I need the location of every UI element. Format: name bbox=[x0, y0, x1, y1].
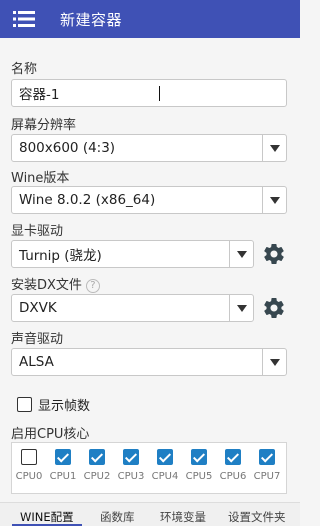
cpu-core-checkbox[interactable] bbox=[21, 449, 37, 465]
cpu-core-checkbox[interactable] bbox=[123, 449, 139, 465]
cpu-core-item[interactable]: CPU0 bbox=[14, 449, 44, 482]
show-fps-label: 显示帧数 bbox=[38, 399, 91, 414]
cpu-core-item[interactable]: CPU6 bbox=[218, 449, 248, 482]
cpu-core-item[interactable]: CPU5 bbox=[184, 449, 214, 482]
name-value: 容器-1 bbox=[19, 87, 60, 103]
cpu-core-item[interactable]: CPU2 bbox=[82, 449, 112, 482]
audio-driver-label: 声音驱动 bbox=[11, 332, 64, 347]
resolution-value: 800x600 (4:3) bbox=[19, 140, 116, 156]
cpu-core-item[interactable]: CPU4 bbox=[150, 449, 180, 482]
dropdown-arrow-icon bbox=[262, 349, 286, 375]
cpu-core-label: CPU1 bbox=[49, 471, 77, 482]
audio-driver-value: ALSA bbox=[19, 354, 54, 370]
cpu-core-label: CPU4 bbox=[151, 471, 179, 482]
hamburger-menu-icon[interactable] bbox=[0, 0, 48, 38]
page-title: 新建容器 bbox=[60, 10, 123, 29]
name-label: 名称 bbox=[11, 62, 38, 77]
dx-settings-gear-icon[interactable] bbox=[262, 296, 286, 320]
cpu-core-label: CPU7 bbox=[253, 471, 281, 482]
dx-files-label-text: 安装DX文件 bbox=[11, 278, 82, 293]
tab-item[interactable]: 环境变量 bbox=[160, 509, 206, 525]
dropdown-arrow-icon bbox=[262, 187, 286, 213]
cpu-core-checkbox[interactable] bbox=[191, 449, 207, 465]
tab-item[interactable]: 设置文件夹 bbox=[228, 509, 286, 525]
tab-item[interactable]: WINE配置 bbox=[20, 509, 74, 525]
gpu-driver-value: Turnip (骁龙) bbox=[19, 248, 102, 264]
cpu-core-item[interactable]: CPU7 bbox=[252, 449, 282, 482]
resolution-label: 屏幕分辨率 bbox=[11, 118, 77, 133]
cpu-core-checkbox[interactable] bbox=[225, 449, 241, 465]
text-cursor bbox=[159, 86, 160, 101]
cpu-cores-panel: CPU0 CPU1 CPU2 CPU3 CPU4 CPU5 CPU6 CPU7 bbox=[11, 442, 287, 494]
wine-version-label: Wine版本 bbox=[11, 171, 70, 186]
dropdown-arrow-icon bbox=[262, 135, 286, 161]
dropdown-arrow-icon bbox=[229, 241, 253, 267]
gpu-driver-select[interactable]: Turnip (骁龙) bbox=[11, 240, 254, 268]
cpu-cores-label: 启用CPU核心 bbox=[11, 427, 90, 442]
wine-version-value: Wine 8.0.2 (x86_64) bbox=[19, 192, 156, 208]
cpu-core-item[interactable]: CPU1 bbox=[48, 449, 78, 482]
audio-driver-select[interactable]: ALSA bbox=[11, 348, 287, 376]
cpu-core-item[interactable]: CPU3 bbox=[116, 449, 146, 482]
resolution-select[interactable]: 800x600 (4:3) bbox=[11, 134, 287, 162]
wine-version-select[interactable]: Wine 8.0.2 (x86_64) bbox=[11, 186, 287, 214]
cpu-core-label: CPU5 bbox=[185, 471, 213, 482]
cpu-core-checkbox[interactable] bbox=[89, 449, 105, 465]
cpu-core-checkbox[interactable] bbox=[259, 449, 275, 465]
name-input[interactable]: 容器-1 bbox=[11, 79, 287, 107]
app-bar: 新建容器 bbox=[0, 0, 300, 38]
gpu-settings-gear-icon[interactable] bbox=[262, 242, 286, 266]
cpu-core-label: CPU6 bbox=[219, 471, 247, 482]
dx-files-label: 安装DX文件? bbox=[11, 274, 100, 293]
cpu-core-checkbox[interactable] bbox=[157, 449, 173, 465]
cpu-core-checkbox[interactable] bbox=[55, 449, 71, 465]
cpu-core-label: CPU3 bbox=[117, 471, 145, 482]
cpu-core-label: CPU2 bbox=[83, 471, 111, 482]
dx-files-select[interactable]: DXVK bbox=[11, 294, 254, 322]
dx-files-value: DXVK bbox=[19, 300, 57, 316]
tab-item[interactable]: 函数库 bbox=[100, 509, 135, 525]
gpu-driver-label: 显卡驱动 bbox=[11, 224, 64, 239]
show-fps-toggle[interactable]: 显示帧数 bbox=[17, 395, 90, 414]
help-icon[interactable]: ? bbox=[85, 278, 100, 293]
show-fps-checkbox[interactable] bbox=[17, 397, 32, 412]
cpu-core-label: CPU0 bbox=[15, 471, 43, 482]
dropdown-arrow-icon bbox=[229, 295, 253, 321]
bottom-tab-bar: WINE配置 函数库 环境变量 设置文件夹 bbox=[0, 502, 300, 526]
